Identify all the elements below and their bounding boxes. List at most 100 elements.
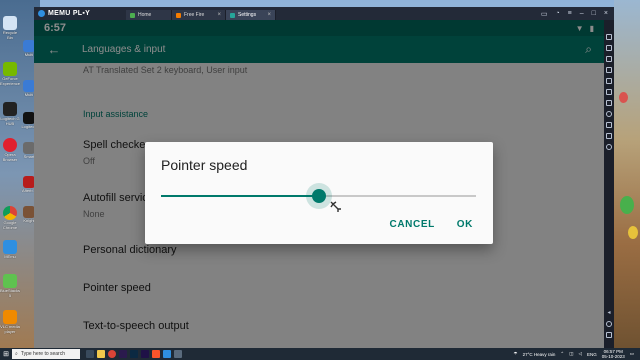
file-explorer-icon[interactable]: [97, 350, 105, 358]
tab-settings[interactable]: Settings ×: [226, 10, 276, 20]
desktop-icon[interactable]: Recycle Bin: [0, 16, 20, 40]
weather-text[interactable]: 27°C Heavy rain: [523, 352, 556, 357]
apk-icon[interactable]: [606, 100, 612, 106]
after-effects-icon[interactable]: [141, 350, 149, 358]
memu-icon[interactable]: [163, 350, 171, 358]
premiere-pro-icon[interactable]: [119, 350, 127, 358]
volume-icon[interactable]: ◁: [578, 351, 581, 357]
tab-home[interactable]: Home: [126, 10, 172, 20]
desktop-icon[interactable]: Google Chrome: [0, 206, 20, 230]
recycle-bin-icon: [3, 16, 17, 30]
mouse-cursor-icon: [330, 201, 341, 212]
notification-icon[interactable]: ▭: [630, 351, 634, 357]
opera-icon: [3, 138, 17, 152]
pointer-speed-dialog: Pointer speed CANCEL OK: [145, 142, 493, 244]
language-indicator[interactable]: ENG: [587, 352, 597, 357]
chrome-icon: [3, 206, 17, 220]
home-icon: [130, 12, 135, 18]
taskbar-clock[interactable]: 06:57 PM 05-10-2023: [602, 349, 625, 359]
vlc-icon: [3, 310, 17, 324]
free-fire-icon: [176, 12, 181, 18]
close-icon[interactable]: ×: [604, 10, 608, 17]
tab-label: Free Fire: [184, 12, 205, 18]
balloon-decoration: [619, 92, 628, 103]
dialog-actions: CANCEL OK: [390, 219, 473, 230]
close-tab-icon[interactable]: ×: [217, 12, 221, 18]
logitech-icon: [3, 102, 17, 116]
taskbar-search-placeholder: Type here to search: [20, 351, 66, 357]
volume-down-icon[interactable]: [606, 89, 612, 95]
location-icon[interactable]: [606, 111, 612, 117]
system-tray: ☂ 27°C Heavy rain ⌃ ◫ ◁ ENG 06:57 PM 05-…: [514, 349, 640, 359]
desktop-icon-label: Multi: [24, 52, 34, 57]
keymap-icon[interactable]: [606, 45, 612, 51]
desktop-icon[interactable]: VLC media player: [0, 310, 20, 334]
volume-up-icon[interactable]: [606, 78, 612, 84]
dialog-title: Pointer speed: [161, 157, 248, 173]
windows-start-icon[interactable]: ⊞: [0, 348, 12, 360]
desktop-icon-label: Opera Browser: [2, 152, 18, 162]
desktop-icon-label: MEmu: [4, 254, 16, 259]
nav-back-icon[interactable]: ◂: [606, 310, 612, 316]
photoshop-icon[interactable]: [130, 350, 138, 358]
desktop-icon-label: Recycle Bin: [2, 30, 18, 40]
settings-icon: [230, 12, 235, 18]
memu-icon: [3, 240, 17, 254]
memu-emulator-window: MEMU PL▪Y Home Free Fire × Settings × ▭ …: [34, 7, 614, 348]
desktop-icon[interactable]: BlueStacks 5: [0, 274, 20, 298]
maximize-icon[interactable]: □: [592, 10, 596, 17]
tab-free-fire[interactable]: Free Fire ×: [172, 10, 226, 20]
record-icon[interactable]: [606, 133, 612, 139]
settings-gear-icon[interactable]: [606, 144, 612, 150]
geforce-icon: [3, 62, 17, 76]
nav-recents-icon[interactable]: [606, 332, 612, 338]
shared-folder-icon[interactable]: [606, 122, 612, 128]
nav-home-icon[interactable]: [606, 321, 612, 327]
desktop-icon-label: Google Chrome: [2, 220, 18, 230]
tab-label: Home: [138, 12, 152, 18]
slider-fill: [161, 195, 319, 197]
task-view-icon[interactable]: [86, 350, 94, 358]
shake-icon[interactable]: [606, 67, 612, 73]
android-screen: 6:57 ▼ ▮ ← Languages & input ⌕ AT Transl…: [34, 20, 604, 348]
keyboard-icon[interactable]: ▭: [541, 10, 548, 18]
desktop-icon-label: Knight: [23, 218, 35, 223]
close-tab-icon[interactable]: ×: [267, 12, 271, 18]
desktop-icon[interactable]: GeForce Experience: [0, 62, 20, 86]
window-controls: ▭ ◔ ≡ – □ ×: [541, 10, 614, 18]
balloon-decoration: [628, 226, 638, 239]
account-icon[interactable]: ◔: [555, 10, 559, 17]
tab-label: Settings: [238, 12, 257, 18]
ok-button[interactable]: OK: [457, 219, 473, 230]
desktop-icon-label: Smart: [23, 154, 35, 159]
cancel-button[interactable]: CANCEL: [390, 219, 435, 230]
desktop-icon-label: VLC media player: [0, 324, 20, 334]
memu-brand: MEMU PL▪Y: [48, 10, 91, 17]
minimize-icon[interactable]: –: [580, 10, 584, 17]
search-icon: ⌕: [15, 351, 18, 357]
desktop-icon[interactable]: Logitech G HUB: [0, 102, 20, 126]
desktop-icon-label: GeForce Experience: [0, 76, 21, 86]
fullscreen-icon[interactable]: [606, 34, 612, 40]
desktop-icon[interactable]: Opera Browser: [0, 138, 20, 162]
tray-expand-icon[interactable]: ⌃: [560, 351, 564, 357]
app-icon[interactable]: [174, 350, 182, 358]
emulator-titlebar: MEMU PL▪Y Home Free Fire × Settings × ▭ …: [34, 7, 614, 20]
screenshot-icon[interactable]: [606, 56, 612, 62]
taskbar-apps: [86, 350, 182, 358]
pointer-speed-slider[interactable]: [161, 187, 476, 205]
brave-icon[interactable]: [152, 350, 160, 358]
memu-logo: MEMU PL▪Y: [34, 10, 126, 17]
desktop-icon[interactable]: MEmu: [0, 240, 20, 259]
emulator-toolbar: ◂: [604, 20, 614, 348]
chrome-icon[interactable]: [108, 350, 116, 358]
desktop-icon-label: BlueStacks 5: [0, 288, 21, 298]
clock-date: 05-10-2023: [601, 354, 625, 359]
desktop-icon-label: Multi: [24, 92, 34, 97]
wallpaper-right-edge: [614, 0, 640, 348]
menu-icon[interactable]: ≡: [568, 10, 572, 17]
balloon-decoration: [620, 196, 634, 214]
slider-thumb[interactable]: [312, 189, 326, 203]
taskbar-search-box[interactable]: ⌕ Type here to search: [12, 349, 80, 359]
network-icon[interactable]: ◫: [569, 351, 573, 357]
